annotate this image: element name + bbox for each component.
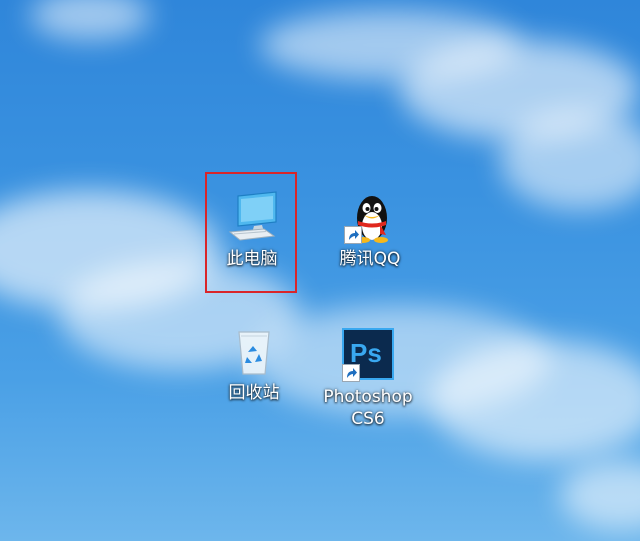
desktop-icon-this-pc[interactable]: 此电脑 [206,188,298,270]
cloud [430,340,640,460]
desktop-icon-label: 此电脑 [226,249,278,269]
desktop-icon-photoshop[interactable]: Ps Photoshop CS6 [322,326,414,430]
photoshop-icon: Ps [340,326,396,382]
desktop[interactable]: 此电脑 腾讯QQ 回收站 Ps Photoshop CS6 [0,0,640,541]
desktop-icon-qq[interactable]: 腾讯QQ [324,188,416,270]
cloud [30,0,150,40]
cloud [500,110,640,210]
this-pc-icon [224,188,280,244]
recycle-bin-icon [226,322,282,378]
desktop-icon-recycle-bin[interactable]: 回收站 [208,322,300,404]
qq-penguin-icon [342,188,398,244]
shortcut-arrow-icon [342,364,360,382]
cloud [560,460,640,530]
desktop-icon-label: Photoshop CS6 [323,387,413,429]
shortcut-arrow-icon [344,226,362,244]
desktop-icon-label: 腾讯QQ [339,249,401,269]
desktop-icon-label: 回收站 [228,383,280,403]
